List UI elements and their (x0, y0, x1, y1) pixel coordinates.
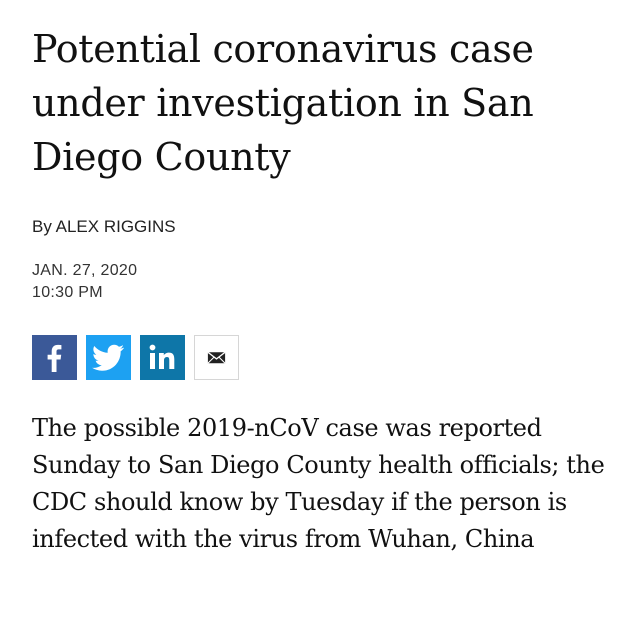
linkedin-icon (149, 344, 175, 369)
facebook-icon (47, 344, 62, 372)
share-email-button[interactable] (194, 335, 239, 380)
article-page: Potential coronavirus case under investi… (0, 0, 640, 640)
article-date: JAN. 27, 2020 (32, 262, 138, 279)
article-byline: By ALEX RIGGINS (32, 217, 176, 236)
article-dateline: JAN. 27, 2020 10:30 PM (32, 260, 137, 304)
twitter-icon (92, 344, 124, 371)
article-time: 10:30 PM (32, 284, 103, 301)
share-facebook-button[interactable] (32, 335, 77, 380)
share-linkedin-button[interactable] (140, 335, 185, 380)
share-twitter-button[interactable] (86, 335, 131, 380)
share-bar (32, 335, 239, 380)
article-headline: Potential coronavirus case under investi… (32, 27, 534, 179)
article-summary: The possible 2019-nCoV case was reported… (32, 414, 605, 553)
email-icon (207, 351, 226, 364)
